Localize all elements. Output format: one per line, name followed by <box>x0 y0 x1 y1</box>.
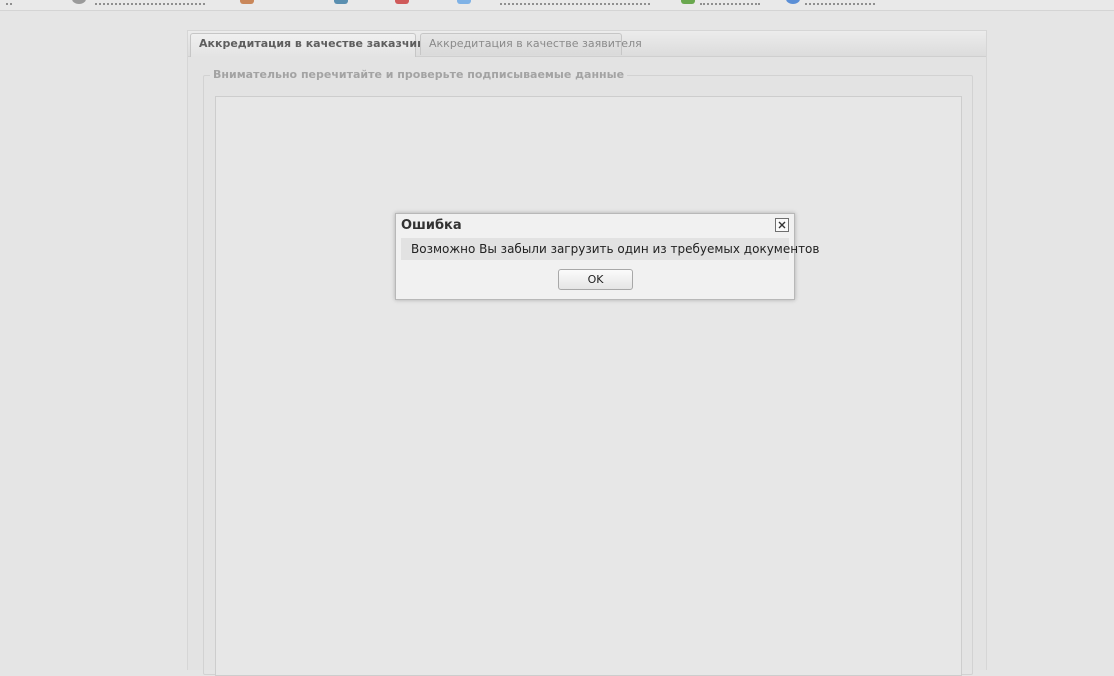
ok-button[interactable]: OK <box>558 269 633 290</box>
user-icon[interactable] <box>786 0 800 4</box>
toolbar-item-text[interactable] <box>95 0 205 5</box>
accreditation-panel: Аккредитация в качестве заказчика Аккред… <box>187 30 987 676</box>
error-dialog: Ошибка Возможно Вы забыли загрузить один… <box>395 213 819 300</box>
edit-icon[interactable] <box>240 0 254 4</box>
toolbar-item-text[interactable] <box>500 0 650 5</box>
gear-icon[interactable] <box>72 0 86 4</box>
table-icon[interactable] <box>681 0 695 4</box>
toolbar-item-text[interactable] <box>6 0 12 5</box>
toolbar-item-text[interactable] <box>700 0 760 5</box>
dialog-title: Ошибка <box>401 218 462 233</box>
top-toolbar <box>0 0 1114 11</box>
signed-data-fieldset: Внимательно перечитайте и проверьте подп… <box>203 68 973 676</box>
toolbar-item-text[interactable] <box>805 0 875 5</box>
tab-customer-accreditation[interactable]: Аккредитация в качестве заказчика <box>190 33 432 57</box>
tab-applicant-accreditation[interactable]: Аккредитация в качестве заявителя <box>420 33 642 55</box>
info-icon[interactable] <box>457 0 471 4</box>
close-icon[interactable] <box>775 218 789 232</box>
error-message: Возможно Вы забыли загрузить один из тре… <box>401 238 819 260</box>
monitor-icon[interactable] <box>334 0 348 4</box>
dialog-header: Ошибка <box>396 214 794 236</box>
signed-data-viewer[interactable] <box>215 96 962 676</box>
tab-bar: Аккредитация в качестве заказчика Аккред… <box>188 31 986 57</box>
fieldset-legend: Внимательно перечитайте и проверьте подп… <box>210 68 628 81</box>
document-icon[interactable] <box>395 0 409 4</box>
